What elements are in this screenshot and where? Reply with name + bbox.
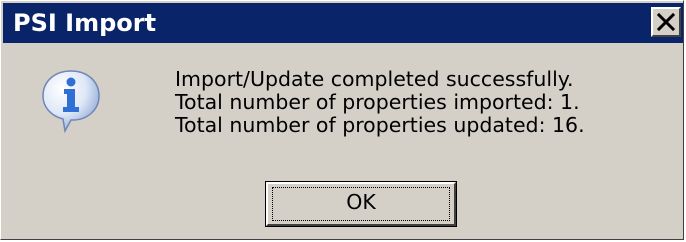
message-text: Import/Update completed successfully. To… <box>175 68 585 137</box>
ok-button[interactable]: OK <box>265 181 457 227</box>
title-bar[interactable]: PSI Import <box>3 3 683 43</box>
message-line-status: Import/Update completed successfully. <box>175 67 574 91</box>
close-icon <box>656 12 676 32</box>
info-icon <box>42 70 100 133</box>
message-line-imported: Total number of properties imported: 1. <box>175 90 580 114</box>
message-dialog: PSI Import Import/Update completed succe… <box>0 0 684 240</box>
message-line-updated: Total number of properties updated: 16. <box>175 113 585 137</box>
ok-button-label: OK <box>346 190 376 214</box>
close-button[interactable] <box>651 7 681 37</box>
window-title: PSI Import <box>13 9 157 37</box>
